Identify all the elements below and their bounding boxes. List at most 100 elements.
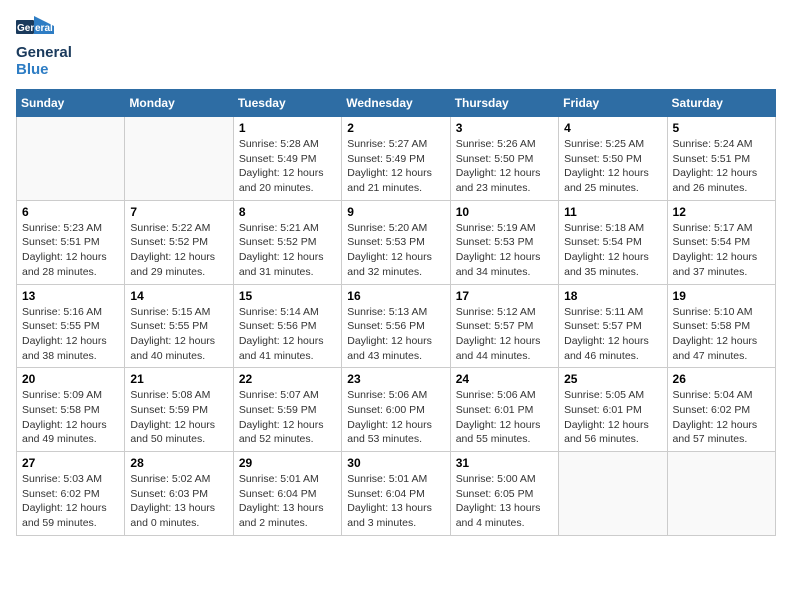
day-number: 7 bbox=[130, 205, 227, 219]
day-detail: Sunrise: 5:19 AMSunset: 5:53 PMDaylight:… bbox=[456, 221, 553, 280]
day-number: 27 bbox=[22, 456, 119, 470]
calendar-cell: 13 Sunrise: 5:16 AMSunset: 5:55 PMDaylig… bbox=[17, 284, 125, 368]
day-detail: Sunrise: 5:04 AMSunset: 6:02 PMDaylight:… bbox=[673, 388, 770, 447]
day-detail: Sunrise: 5:26 AMSunset: 5:50 PMDaylight:… bbox=[456, 137, 553, 196]
calendar-week-row: 27 Sunrise: 5:03 AMSunset: 6:02 PMDaylig… bbox=[17, 452, 776, 536]
weekday-header-monday: Monday bbox=[125, 90, 233, 117]
day-detail: Sunrise: 5:14 AMSunset: 5:56 PMDaylight:… bbox=[239, 305, 336, 364]
day-detail: Sunrise: 5:12 AMSunset: 5:57 PMDaylight:… bbox=[456, 305, 553, 364]
day-number: 10 bbox=[456, 205, 553, 219]
day-number: 29 bbox=[239, 456, 336, 470]
day-number: 31 bbox=[456, 456, 553, 470]
day-number: 9 bbox=[347, 205, 444, 219]
day-detail: Sunrise: 5:22 AMSunset: 5:52 PMDaylight:… bbox=[130, 221, 227, 280]
calendar-header-row: SundayMondayTuesdayWednesdayThursdayFrid… bbox=[17, 90, 776, 117]
calendar-cell: 19 Sunrise: 5:10 AMSunset: 5:58 PMDaylig… bbox=[667, 284, 775, 368]
calendar-cell bbox=[667, 452, 775, 536]
calendar-cell: 4 Sunrise: 5:25 AMSunset: 5:50 PMDayligh… bbox=[559, 117, 667, 201]
day-number: 6 bbox=[22, 205, 119, 219]
day-detail: Sunrise: 5:25 AMSunset: 5:50 PMDaylight:… bbox=[564, 137, 661, 196]
calendar-cell: 17 Sunrise: 5:12 AMSunset: 5:57 PMDaylig… bbox=[450, 284, 558, 368]
day-detail: Sunrise: 5:03 AMSunset: 6:02 PMDaylight:… bbox=[22, 472, 119, 531]
calendar-cell: 8 Sunrise: 5:21 AMSunset: 5:52 PMDayligh… bbox=[233, 200, 341, 284]
calendar-cell: 24 Sunrise: 5:06 AMSunset: 6:01 PMDaylig… bbox=[450, 368, 558, 452]
day-number: 15 bbox=[239, 289, 336, 303]
weekday-header-sunday: Sunday bbox=[17, 90, 125, 117]
weekday-header-wednesday: Wednesday bbox=[342, 90, 450, 117]
calendar-cell: 29 Sunrise: 5:01 AMSunset: 6:04 PMDaylig… bbox=[233, 452, 341, 536]
calendar-cell: 5 Sunrise: 5:24 AMSunset: 5:51 PMDayligh… bbox=[667, 117, 775, 201]
day-number: 3 bbox=[456, 121, 553, 135]
day-number: 20 bbox=[22, 372, 119, 386]
day-detail: Sunrise: 5:07 AMSunset: 5:59 PMDaylight:… bbox=[239, 388, 336, 447]
day-detail: Sunrise: 5:01 AMSunset: 6:04 PMDaylight:… bbox=[239, 472, 336, 531]
day-number: 23 bbox=[347, 372, 444, 386]
day-number: 4 bbox=[564, 121, 661, 135]
weekday-header-friday: Friday bbox=[559, 90, 667, 117]
calendar-cell: 11 Sunrise: 5:18 AMSunset: 5:54 PMDaylig… bbox=[559, 200, 667, 284]
weekday-header-thursday: Thursday bbox=[450, 90, 558, 117]
calendar-cell: 18 Sunrise: 5:11 AMSunset: 5:57 PMDaylig… bbox=[559, 284, 667, 368]
calendar-table: SundayMondayTuesdayWednesdayThursdayFrid… bbox=[16, 89, 776, 536]
calendar-cell: 14 Sunrise: 5:15 AMSunset: 5:55 PMDaylig… bbox=[125, 284, 233, 368]
day-detail: Sunrise: 5:20 AMSunset: 5:53 PMDaylight:… bbox=[347, 221, 444, 280]
calendar-cell bbox=[17, 117, 125, 201]
day-number: 14 bbox=[130, 289, 227, 303]
calendar-cell: 26 Sunrise: 5:04 AMSunset: 6:02 PMDaylig… bbox=[667, 368, 775, 452]
day-detail: Sunrise: 5:24 AMSunset: 5:51 PMDaylight:… bbox=[673, 137, 770, 196]
day-number: 22 bbox=[239, 372, 336, 386]
day-number: 13 bbox=[22, 289, 119, 303]
day-detail: Sunrise: 5:16 AMSunset: 5:55 PMDaylight:… bbox=[22, 305, 119, 364]
day-detail: Sunrise: 5:02 AMSunset: 6:03 PMDaylight:… bbox=[130, 472, 227, 531]
calendar-week-row: 13 Sunrise: 5:16 AMSunset: 5:55 PMDaylig… bbox=[17, 284, 776, 368]
logo-icon: Gen eral bbox=[16, 16, 56, 44]
calendar-cell: 1 Sunrise: 5:28 AMSunset: 5:49 PMDayligh… bbox=[233, 117, 341, 201]
day-detail: Sunrise: 5:18 AMSunset: 5:54 PMDaylight:… bbox=[564, 221, 661, 280]
day-detail: Sunrise: 5:06 AMSunset: 6:00 PMDaylight:… bbox=[347, 388, 444, 447]
calendar-cell: 25 Sunrise: 5:05 AMSunset: 6:01 PMDaylig… bbox=[559, 368, 667, 452]
calendar-cell: 6 Sunrise: 5:23 AMSunset: 5:51 PMDayligh… bbox=[17, 200, 125, 284]
day-detail: Sunrise: 5:23 AMSunset: 5:51 PMDaylight:… bbox=[22, 221, 119, 280]
calendar-cell: 31 Sunrise: 5:00 AMSunset: 6:05 PMDaylig… bbox=[450, 452, 558, 536]
calendar-cell bbox=[559, 452, 667, 536]
calendar-body: 1 Sunrise: 5:28 AMSunset: 5:49 PMDayligh… bbox=[17, 117, 776, 536]
calendar-cell: 27 Sunrise: 5:03 AMSunset: 6:02 PMDaylig… bbox=[17, 452, 125, 536]
day-detail: Sunrise: 5:28 AMSunset: 5:49 PMDaylight:… bbox=[239, 137, 336, 196]
day-detail: Sunrise: 5:17 AMSunset: 5:54 PMDaylight:… bbox=[673, 221, 770, 280]
day-number: 11 bbox=[564, 205, 661, 219]
day-number: 8 bbox=[239, 205, 336, 219]
day-number: 5 bbox=[673, 121, 770, 135]
day-number: 25 bbox=[564, 372, 661, 386]
calendar-cell: 20 Sunrise: 5:09 AMSunset: 5:58 PMDaylig… bbox=[17, 368, 125, 452]
day-detail: Sunrise: 5:15 AMSunset: 5:55 PMDaylight:… bbox=[130, 305, 227, 364]
day-detail: Sunrise: 5:10 AMSunset: 5:58 PMDaylight:… bbox=[673, 305, 770, 364]
day-number: 26 bbox=[673, 372, 770, 386]
day-detail: Sunrise: 5:09 AMSunset: 5:58 PMDaylight:… bbox=[22, 388, 119, 447]
calendar-cell: 7 Sunrise: 5:22 AMSunset: 5:52 PMDayligh… bbox=[125, 200, 233, 284]
day-detail: Sunrise: 5:13 AMSunset: 5:56 PMDaylight:… bbox=[347, 305, 444, 364]
logo-text-blue: Blue bbox=[16, 61, 49, 78]
day-number: 17 bbox=[456, 289, 553, 303]
day-number: 18 bbox=[564, 289, 661, 303]
day-number: 1 bbox=[239, 121, 336, 135]
calendar-week-row: 20 Sunrise: 5:09 AMSunset: 5:58 PMDaylig… bbox=[17, 368, 776, 452]
svg-text:eral: eral bbox=[35, 23, 53, 34]
day-number: 2 bbox=[347, 121, 444, 135]
page-header: Gen eral General Blue bbox=[16, 16, 776, 79]
weekday-header-tuesday: Tuesday bbox=[233, 90, 341, 117]
day-detail: Sunrise: 5:11 AMSunset: 5:57 PMDaylight:… bbox=[564, 305, 661, 364]
day-detail: Sunrise: 5:08 AMSunset: 5:59 PMDaylight:… bbox=[130, 388, 227, 447]
day-detail: Sunrise: 5:01 AMSunset: 6:04 PMDaylight:… bbox=[347, 472, 444, 531]
calendar-cell: 22 Sunrise: 5:07 AMSunset: 5:59 PMDaylig… bbox=[233, 368, 341, 452]
day-detail: Sunrise: 5:27 AMSunset: 5:49 PMDaylight:… bbox=[347, 137, 444, 196]
svg-text:Gen: Gen bbox=[17, 23, 36, 34]
day-detail: Sunrise: 5:05 AMSunset: 6:01 PMDaylight:… bbox=[564, 388, 661, 447]
calendar-cell: 3 Sunrise: 5:26 AMSunset: 5:50 PMDayligh… bbox=[450, 117, 558, 201]
calendar-cell: 12 Sunrise: 5:17 AMSunset: 5:54 PMDaylig… bbox=[667, 200, 775, 284]
calendar-week-row: 1 Sunrise: 5:28 AMSunset: 5:49 PMDayligh… bbox=[17, 117, 776, 201]
day-number: 21 bbox=[130, 372, 227, 386]
calendar-cell: 23 Sunrise: 5:06 AMSunset: 6:00 PMDaylig… bbox=[342, 368, 450, 452]
calendar-cell: 2 Sunrise: 5:27 AMSunset: 5:49 PMDayligh… bbox=[342, 117, 450, 201]
day-detail: Sunrise: 5:00 AMSunset: 6:05 PMDaylight:… bbox=[456, 472, 553, 531]
logo: Gen eral General Blue bbox=[16, 16, 72, 79]
